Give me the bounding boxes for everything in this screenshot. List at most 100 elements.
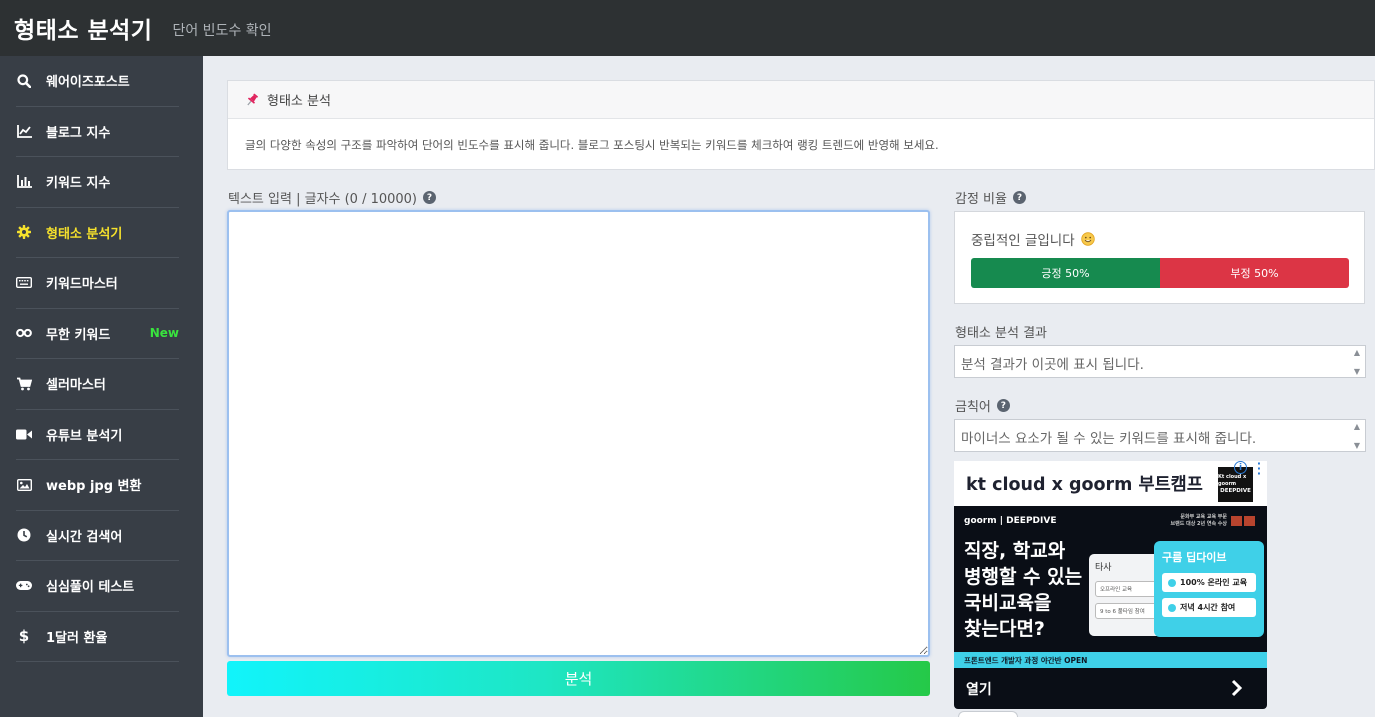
pushpin-icon	[245, 93, 259, 107]
app-title[interactable]: 형태소 분석기	[14, 11, 152, 45]
new-badge: New	[149, 326, 179, 341]
sidebar-item-dollar-rate[interactable]: $ 1달러 환율	[16, 612, 179, 662]
char-count-label: 텍스트 입력 | 글자수 (0 / 10000)	[228, 192, 418, 207]
sidebar-item-whereispost[interactable]: 웨어이즈포스트	[16, 56, 179, 107]
scroll-down-icon[interactable]: ▼	[1354, 367, 1360, 376]
check-icon	[1168, 603, 1176, 612]
sidebar-item-webp-converter[interactable]: webp jpg 변환	[16, 460, 179, 511]
infinity-icon	[16, 325, 32, 341]
text-input-wrapper	[227, 210, 930, 657]
ad-goorm-label: 구름 딥다이브	[1162, 551, 1227, 564]
ad-body-text: 직장, 학교와 병행할 수 있는 국비교육을 찾는다면?	[964, 540, 1083, 640]
sidebar-item-label: 심심풀이 테스트	[46, 580, 135, 596]
ad-headline[interactable]: kt cloud x goorm 부트캠프	[966, 471, 1203, 496]
result-label: 형태소 분석 결과	[955, 326, 1047, 341]
sidebar-item-blog-index[interactable]: 블로그 지수	[16, 107, 179, 157]
sidebar-item-label: 형태소 분석기	[46, 226, 123, 242]
sidebar-item-infinite-keyword[interactable]: 무한 키워드 New	[16, 309, 179, 359]
sidebar-item-fun-test[interactable]: 심심풀이 테스트	[16, 561, 179, 612]
video-camera-icon	[16, 426, 32, 442]
ad-cta[interactable]: 열기	[966, 679, 992, 699]
sidebar-item-label: 무한 키워드	[46, 327, 111, 343]
sidebar-item-label: webp jpg 변환	[46, 479, 142, 495]
forbidden-scrollbar[interactable]: ▲ ▼	[1351, 422, 1363, 450]
gear-icon	[16, 224, 32, 240]
sidebar-item-label: 키워드마스터	[46, 277, 118, 293]
question-circle-icon[interactable]: ?	[423, 191, 437, 204]
sidebar-item-morpheme-analyzer[interactable]: 형태소 분석기	[16, 208, 179, 258]
sidebar-item-label: 유튜브 분석기	[46, 428, 123, 444]
ad-goorm-option: 저녁 4시간 참여	[1162, 598, 1256, 617]
bar-chart-icon	[16, 174, 32, 190]
positive-segment: 긍정 50%	[971, 258, 1160, 288]
forbidden-label-row: 금칙어 ?	[955, 396, 1010, 415]
sidebar-item-seller-master[interactable]: 셀러마스터	[16, 359, 179, 410]
ad-brand: goorm | DEEPDIVE	[964, 516, 1057, 526]
search-icon	[16, 73, 32, 89]
ad-banner[interactable]: kt cloud x goorm 부트캠프 Kt cloud x goorm D…	[954, 458, 1267, 709]
main-content: 형태소 분석 글의 다양한 속성의 구조를 파악하여 단어의 빈도수를 표시해 …	[203, 56, 1375, 717]
award-badge-icon	[1231, 516, 1242, 526]
forbidden-placeholder: 마이너스 요소가 될 수 있는 키워드를 표시해 줍니다.	[961, 431, 1257, 447]
sidebar-item-keyword-master[interactable]: 키워드마스터	[16, 258, 179, 309]
smile-emoji-icon	[1080, 232, 1095, 246]
ad-award-line1: 문화부 교육 교육 부문	[1180, 514, 1227, 520]
ad-goorm-option: 100% 온라인 교육	[1162, 573, 1256, 592]
chevron-right-icon[interactable]	[1231, 679, 1243, 701]
analyze-button[interactable]: 분석	[227, 661, 930, 696]
result-label-row: 형태소 분석 결과	[955, 322, 1047, 341]
partial-button[interactable]	[958, 711, 1018, 717]
keyboard-icon	[16, 275, 32, 291]
cart-icon	[16, 376, 32, 392]
text-input-label: 텍스트 입력 | 글자수 (0 / 10000) ?	[228, 188, 437, 207]
sidebar-item-label: 셀러마스터	[46, 378, 106, 394]
gamepad-icon	[16, 578, 32, 594]
question-circle-icon[interactable]: ?	[996, 399, 1010, 412]
top-bar: 형태소 분석기 단어 빈도수 확인	[0, 0, 1375, 56]
ad-goorm-option-text: 100% 온라인 교육	[1180, 578, 1248, 587]
ad-other-label: 타사	[1095, 563, 1112, 573]
sidebar-item-label: 웨어이즈포스트	[46, 75, 130, 91]
ad-image[interactable]: goorm | DEEPDIVE 문화부 교육 교육 부문 브랜드 대상 2년 …	[954, 506, 1267, 668]
forbidden-field[interactable]: 마이너스 요소가 될 수 있는 키워드를 표시해 줍니다. ▲ ▼	[954, 419, 1366, 452]
image-icon	[16, 477, 32, 493]
sentiment-box: 중립적인 글입니다 긍정 50% 부정 50%	[954, 211, 1365, 304]
sidebar-item-label: 블로그 지수	[46, 125, 111, 141]
sentiment-label-row: 감정 비율 ?	[955, 188, 1026, 207]
ad-more-icon[interactable]: · · ·	[1257, 458, 1261, 479]
negative-segment: 부정 50%	[1160, 258, 1349, 288]
ad-award: 문화부 교육 교육 부문 브랜드 대상 2년 연속 수상	[1171, 514, 1227, 528]
line-chart-icon	[16, 123, 32, 139]
question-circle-icon[interactable]: ?	[1012, 191, 1026, 204]
scroll-down-icon[interactable]: ▼	[1354, 441, 1360, 450]
ad-open-button[interactable]: 열기	[954, 668, 1267, 709]
text-input[interactable]	[227, 210, 930, 657]
sidebar-item-label: 1달러 환율	[46, 630, 108, 646]
ad-top-row: goorm | DEEPDIVE 문화부 교육 교육 부문 브랜드 대상 2년 …	[964, 514, 1255, 528]
sidebar-item-keyword-index[interactable]: 키워드 지수	[16, 157, 179, 208]
sidebar-item-label: 키워드 지수	[46, 176, 111, 192]
sidebar: 웨어이즈포스트 블로그 지수 키워드 지수 형태소 분석기 키워드마스터 무한 …	[0, 56, 203, 717]
sidebar-item-label: 실시간 검색어	[46, 529, 123, 545]
sentiment-ratio-bar: 긍정 50% 부정 50%	[971, 258, 1349, 288]
result-scrollbar[interactable]: ▲ ▼	[1351, 348, 1363, 376]
ad-compare-card-goorm: 구름 딥다이브 100% 온라인 교육 저녁 4시간 참여	[1154, 541, 1264, 637]
dollar-icon: $	[18, 627, 30, 646]
sidebar-item-realtime-search[interactable]: 실시간 검색어	[16, 511, 179, 561]
sentiment-message-row: 중립적인 글입니다	[971, 228, 1348, 250]
ad-award-line2: 브랜드 대상 2년 연속 수상	[1170, 521, 1227, 527]
info-card: 형태소 분석 글의 다양한 속성의 구조를 파악하여 단어의 빈도수를 표시해 …	[227, 80, 1375, 170]
ad-other-option: 9 to 6 풀타임 참여	[1095, 603, 1159, 619]
scroll-up-icon[interactable]: ▲	[1354, 422, 1360, 431]
ad-other-option: 오프라인 교육	[1095, 581, 1159, 597]
ad-logo-line2: DEEPDIVE	[1220, 488, 1251, 494]
award-badge-icon	[1244, 516, 1255, 526]
scroll-up-icon[interactable]: ▲	[1354, 348, 1360, 357]
ad-goorm-option-text: 저녁 4시간 참여	[1180, 603, 1236, 612]
ad-info-icon[interactable]: i	[1234, 461, 1247, 474]
ad-header[interactable]: kt cloud x goorm 부트캠프 Kt cloud x goorm D…	[954, 458, 1267, 506]
sentiment-message: 중립적인 글입니다	[971, 233, 1075, 249]
result-field[interactable]: 분석 결과가 이곳에 표시 됩니다. ▲ ▼	[954, 345, 1366, 378]
sidebar-item-youtube-analyzer[interactable]: 유튜브 분석기	[16, 410, 179, 460]
forbidden-label: 금칙어	[955, 400, 991, 415]
